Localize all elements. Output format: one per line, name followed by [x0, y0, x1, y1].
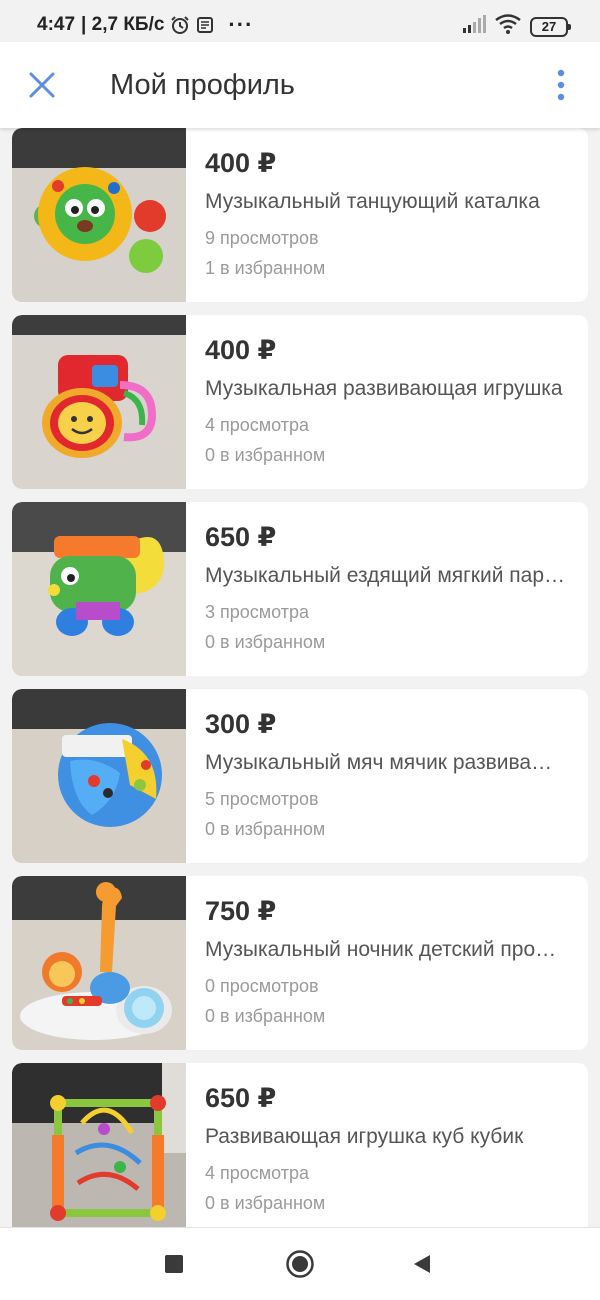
back-button[interactable] — [412, 1254, 432, 1279]
listing-title: Музыкальная развивающая игрушка — [205, 377, 563, 400]
listing-card[interactable]: 650 ₽ Развивающая игрушка куб кубик 4 пр… — [12, 1063, 588, 1227]
listing-photo — [12, 315, 186, 489]
toy-ball-photo — [12, 128, 186, 302]
listing-favorites: 0 в избранном — [205, 445, 326, 465]
back-triangle-icon — [414, 1255, 430, 1273]
system-nav-bar — [0, 1227, 600, 1300]
listing-card[interactable]: 400 ₽ Музыкальная развивающая игрушка 4 … — [12, 315, 588, 489]
listing-price: 650 ₽ — [205, 522, 277, 552]
listings-list: 400 ₽ Музыкальный танцующий каталка 9 пр… — [0, 128, 600, 1227]
listing-price: 650 ₽ — [205, 1083, 277, 1113]
toy-drum-photo — [12, 315, 186, 489]
listing-photo — [12, 128, 186, 302]
listing-photo — [12, 689, 186, 863]
listing-favorites: 0 в избранном — [205, 1006, 326, 1026]
toy-ball-blue-photo — [12, 689, 186, 863]
listing-card[interactable]: 300 ₽ Музыкальный мяч мячик развивающий … — [12, 689, 588, 863]
listing-price: 300 ₽ — [205, 709, 277, 739]
listing-favorites: 1 в избранном — [205, 258, 326, 278]
listing-views: 4 просмотра — [205, 415, 310, 435]
status-speed: | 2,7 КБ/с — [81, 14, 165, 35]
home-circle-icon — [286, 1250, 314, 1278]
listing-views: 4 просмотра — [205, 1163, 310, 1183]
toy-car-photo — [12, 502, 186, 676]
listing-title: Развивающая игрушка куб кубик — [205, 1125, 524, 1148]
listing-title: Музыкальный ездящий мягкий паровоз — [205, 564, 565, 587]
recents-button[interactable] — [164, 1254, 184, 1279]
listing-card[interactable]: 750 ₽ Музыкальный ночник детский проекто… — [12, 876, 588, 1050]
app-bar: Мой профиль — [0, 42, 600, 128]
more-menu-button[interactable] — [546, 68, 576, 102]
status-more-dots: ··· — [228, 12, 254, 37]
signal-icon — [462, 15, 486, 38]
close-button[interactable] — [26, 69, 58, 101]
recents-square-icon — [165, 1255, 183, 1273]
listing-views: 5 просмотров — [205, 789, 319, 809]
listing-card[interactable]: 400 ₽ Музыкальный танцующий каталка 9 пр… — [12, 128, 588, 302]
listing-title: Музыкальный танцующий каталка — [205, 190, 540, 213]
listing-favorites: 0 в избранном — [205, 819, 326, 839]
listing-views: 3 просмотра — [205, 602, 310, 622]
notification-icon — [196, 16, 214, 34]
alarm-icon — [170, 15, 190, 35]
page-title: Мой профиль — [110, 69, 295, 101]
close-icon — [29, 72, 55, 98]
listing-favorites: 0 в избранном — [205, 632, 326, 652]
status-time: 4:47 — [37, 14, 76, 35]
listing-price: 400 ₽ — [205, 335, 277, 365]
listing-views: 0 просмотров — [205, 976, 319, 996]
listing-photo — [12, 876, 186, 1050]
toy-nightlight-photo — [12, 876, 186, 1050]
listing-price: 400 ₽ — [205, 148, 277, 178]
listing-title: Музыкальный мяч мячик развивающий — [205, 751, 565, 774]
toy-cube-photo — [12, 1063, 186, 1227]
listing-photo — [12, 1063, 186, 1227]
listing-photo — [12, 502, 186, 676]
more-vertical-icon — [557, 69, 565, 101]
status-right: 27 — [462, 14, 571, 39]
status-left: 4:47 | 2,7 КБ/с ··· — [37, 14, 253, 36]
listing-card[interactable]: 650 ₽ Музыкальный ездящий мягкий паровоз… — [12, 502, 588, 676]
listing-favorites: 0 в избранном — [205, 1193, 326, 1213]
listing-price: 750 ₽ — [205, 896, 277, 926]
battery-icon: 27 — [530, 16, 571, 37]
listing-views: 9 просмотров — [205, 228, 319, 248]
wifi-icon — [495, 14, 521, 39]
home-button[interactable] — [285, 1249, 315, 1284]
listing-title: Музыкальный ночник детский проектор — [205, 938, 565, 961]
status-bar: 4:47 | 2,7 КБ/с ··· 27 — [0, 0, 600, 42]
